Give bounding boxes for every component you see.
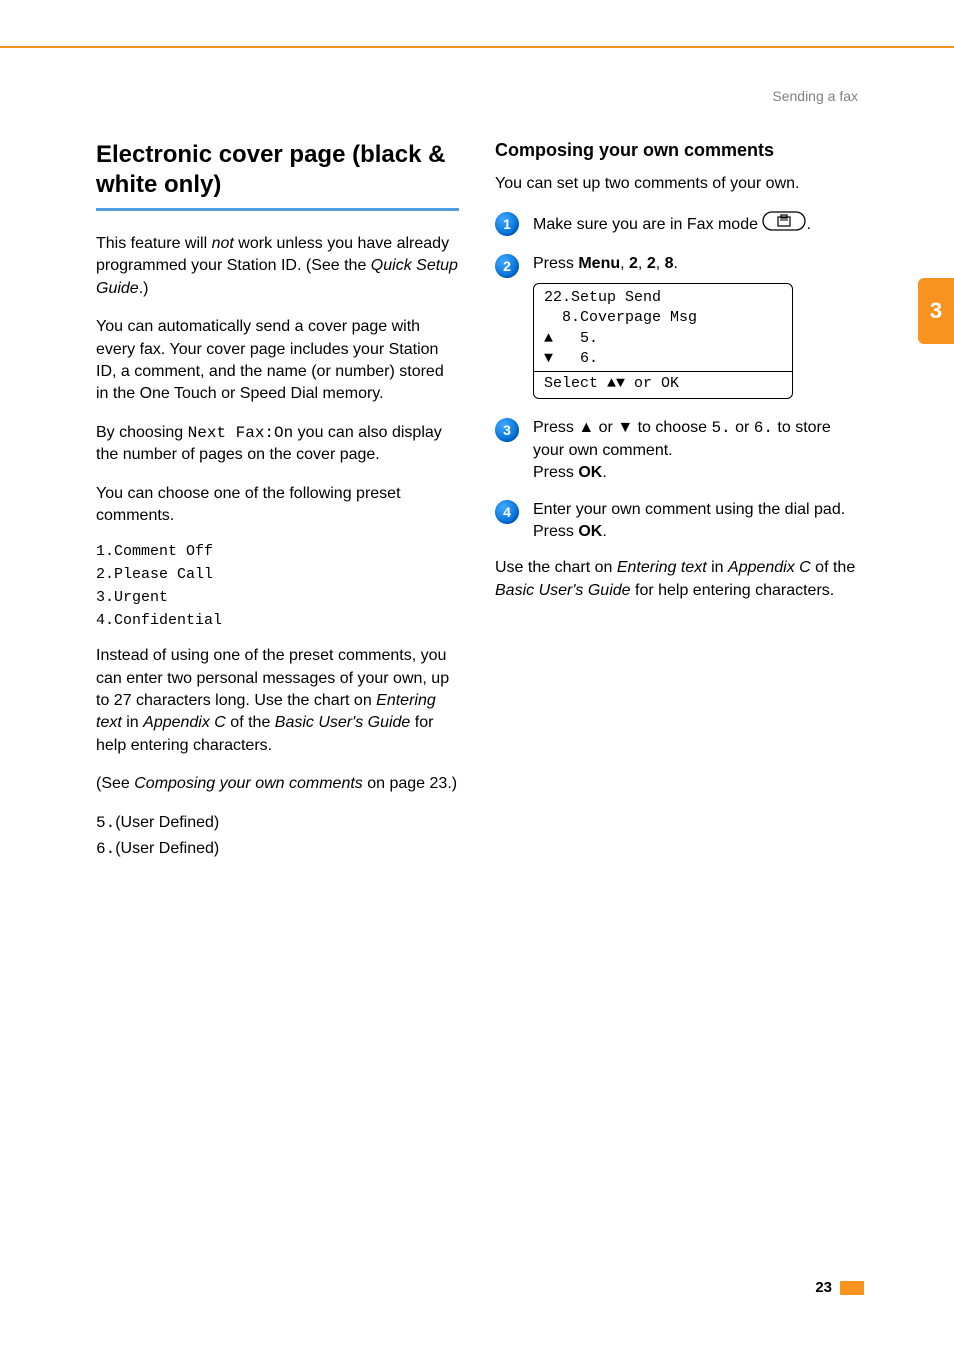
text: By choosing	[96, 424, 188, 441]
page-footer: 23	[815, 1279, 864, 1296]
code: 6.	[96, 840, 115, 858]
step-number-badge: 3	[495, 418, 519, 442]
preset-item: 3.Urgent	[96, 589, 459, 606]
para-intro: You can set up two comments of your own.	[495, 173, 858, 195]
preset-item: 4.Confidential	[96, 612, 459, 629]
appendix-c-ref: Appendix C	[143, 714, 226, 731]
emphasis-not: not	[212, 235, 234, 252]
para-footer-ref: Use the chart on Entering text in Append…	[495, 557, 858, 602]
text: Press	[533, 464, 578, 481]
code-6: 6.	[754, 419, 773, 437]
section-title: Electronic cover page (black & white onl…	[96, 140, 459, 200]
page-number: 23	[815, 1279, 832, 1296]
lcd-line: Select ▲▼ or OK	[544, 374, 782, 394]
para-station-id: This feature will not work unless you ha…	[96, 233, 459, 300]
text: .	[806, 216, 810, 233]
text: Use the chart on	[495, 559, 617, 576]
basic-users-guide-ref: Basic User's Guide	[275, 714, 411, 731]
lcd-line: 22.Setup Send	[544, 288, 782, 308]
step-body: Enter your own comment using the dial pa…	[533, 499, 858, 544]
step-number-badge: 1	[495, 212, 519, 236]
label: (User Defined)	[115, 814, 219, 831]
text: or	[731, 419, 754, 436]
section-rule	[96, 208, 459, 211]
para-auto-cover: You can automatically send a cover page …	[96, 316, 459, 406]
key-ok: OK	[578, 523, 602, 540]
para-choose-preset: You can choose one of the following pres…	[96, 483, 459, 528]
lcd-separator	[534, 371, 792, 372]
up-arrow-icon: ▲	[578, 419, 594, 436]
preset-item: 1.Comment Off	[96, 543, 459, 560]
key-menu: Menu	[578, 255, 620, 272]
text: .	[674, 255, 678, 272]
text: Enter your own comment using the dial pa…	[533, 501, 845, 518]
lcd-line: 8.Coverpage Msg	[544, 308, 782, 328]
step-2: 2 Press Menu, 2, 2, 8. 22.Setup Send 8.C…	[495, 253, 858, 404]
label: (User Defined)	[115, 840, 219, 857]
subheading-composing: Composing your own comments	[495, 140, 858, 161]
step-number-badge: 4	[495, 500, 519, 524]
step-3: 3 Press ▲ or ▼ to choose 5. or 6. to sto…	[495, 417, 858, 484]
text: ,	[656, 255, 665, 272]
left-column: Electronic cover page (black & white onl…	[96, 140, 459, 864]
text: Press	[533, 419, 578, 436]
preset-list: 1.Comment Off 2.Please Call 3.Urgent 4.C…	[96, 543, 459, 629]
key-8: 8	[665, 255, 674, 272]
text: to choose	[633, 419, 711, 436]
para-personal-msgs: Instead of using one of the preset comme…	[96, 645, 459, 757]
basic-users-guide-ref: Basic User's Guide	[495, 582, 631, 599]
code: 5.	[96, 814, 115, 832]
para-next-fax: By choosing Next Fax:On you can also dis…	[96, 422, 459, 467]
footer-bar-icon	[840, 1281, 864, 1295]
code-5: 5.	[711, 419, 730, 437]
breadcrumb: Sending a fax	[772, 88, 858, 104]
text: .)	[139, 280, 149, 297]
step-number-badge: 2	[495, 254, 519, 278]
text: Make sure you are in Fax mode	[533, 216, 762, 233]
top-rule	[0, 46, 954, 48]
step-1: 1 Make sure you are in Fax mode .	[495, 211, 858, 238]
preset-item: 2.Please Call	[96, 566, 459, 583]
text: of the	[811, 559, 855, 576]
chapter-tab: 3	[918, 278, 954, 344]
step-body: Press Menu, 2, 2, 8. 22.Setup Send 8.Cov…	[533, 253, 858, 404]
lcd-display: 22.Setup Send 8.Coverpage Msg ▲ 5. ▼ 6. …	[533, 283, 793, 399]
appendix-c-ref: Appendix C	[728, 559, 811, 576]
code-next-fax-on: Next Fax:On	[188, 424, 294, 442]
lcd-line: ▲ 5.	[544, 329, 782, 349]
step-body: Press ▲ or ▼ to choose 5. or 6. to store…	[533, 417, 858, 484]
user-defined-6: 6.(User Defined)	[96, 838, 459, 860]
step-body: Make sure you are in Fax mode .	[533, 211, 858, 238]
text: (See	[96, 775, 134, 792]
composing-comments-ref: Composing your own comments	[134, 775, 363, 792]
text: of the	[226, 714, 275, 731]
text: in	[122, 714, 143, 731]
key-2a: 2	[629, 255, 638, 272]
fax-mode-icon	[762, 211, 806, 238]
text: .	[602, 523, 606, 540]
text: Press	[533, 255, 578, 272]
text: ,	[638, 255, 647, 272]
text: This feature will	[96, 235, 212, 252]
entering-text-ref: Entering text	[617, 559, 707, 576]
text: or	[594, 419, 617, 436]
text: Press	[533, 523, 578, 540]
user-defined-5: 5.(User Defined)	[96, 812, 459, 834]
text: in	[707, 559, 728, 576]
right-column: Composing your own comments You can set …	[495, 140, 858, 864]
content: Electronic cover page (black & white onl…	[96, 140, 858, 864]
step-4: 4 Enter your own comment using the dial …	[495, 499, 858, 544]
text: for help entering characters.	[631, 582, 835, 599]
text: .	[602, 464, 606, 481]
para-see-composing: (See Composing your own comments on page…	[96, 773, 459, 795]
text: ,	[620, 255, 629, 272]
down-arrow-icon: ▼	[617, 419, 633, 436]
key-2b: 2	[647, 255, 656, 272]
lcd-line: ▼ 6.	[544, 349, 782, 369]
text: on page 23.)	[363, 775, 457, 792]
key-ok: OK	[578, 464, 602, 481]
